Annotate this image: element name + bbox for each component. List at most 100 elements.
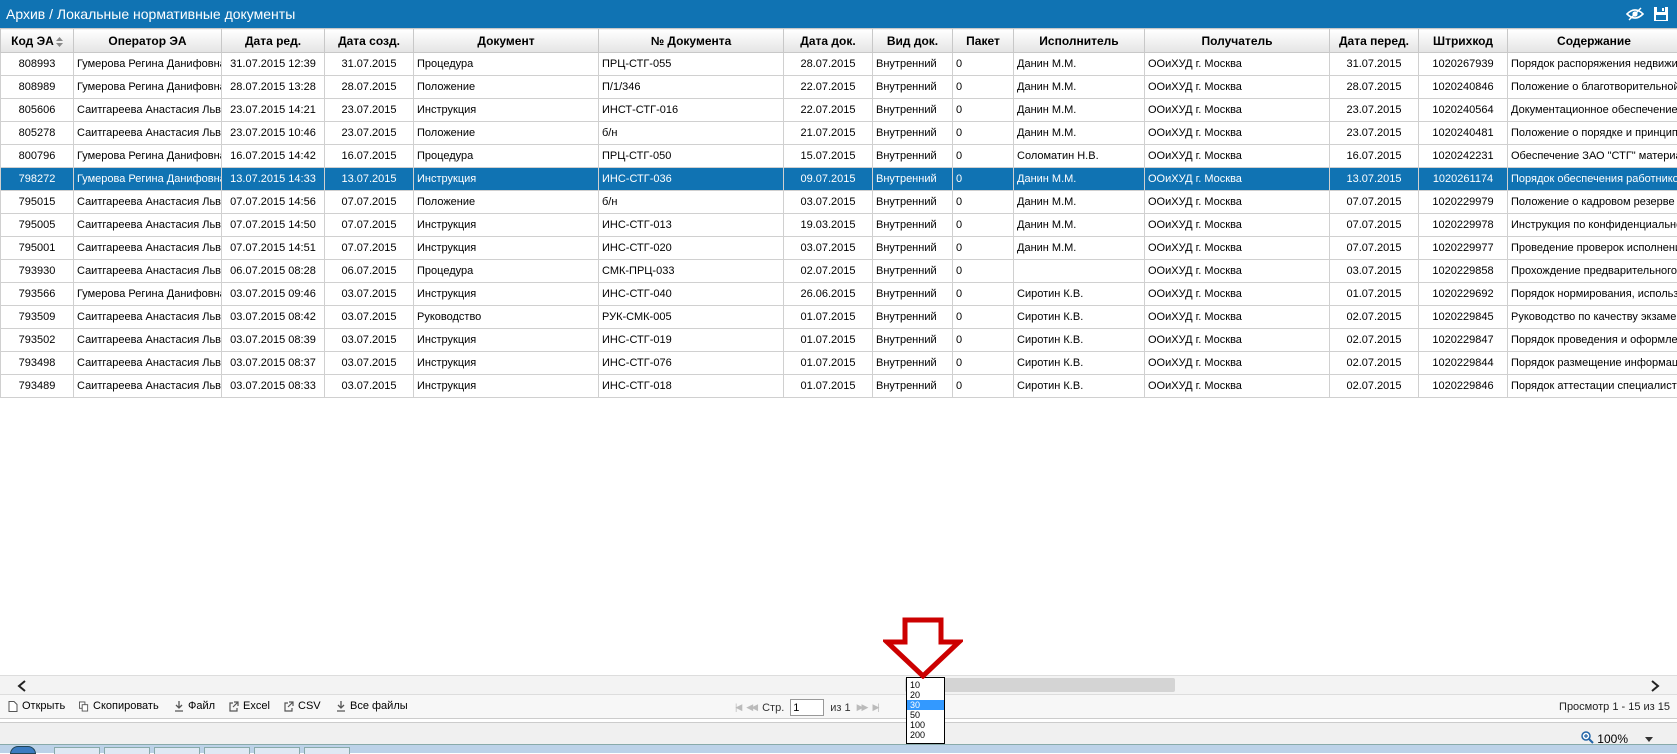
table-row[interactable]: 808989Гумерова Регина Данифовна28.07.201… (1, 76, 1677, 99)
table-row[interactable]: 793566Гумерова Регина Данифовна03.07.201… (1, 283, 1677, 306)
last-page-icon[interactable]: ▶| (872, 702, 877, 713)
page-size-option[interactable]: 200 (907, 730, 944, 740)
column-header-recipient[interactable]: Получатель (1145, 29, 1330, 53)
table-row[interactable]: 793489Саитгареева Анастасия Львовна03.07… (1, 375, 1677, 398)
all-files-button[interactable]: Все файлы (336, 700, 408, 712)
horizontal-scrollbar[interactable] (0, 675, 1677, 694)
table-row[interactable]: 793930Саитгареева Анастасия Львовна06.07… (1, 260, 1677, 283)
cell-package: 0 (953, 352, 1014, 375)
table-row[interactable]: 793498Саитгареева Анастасия Львовна03.07… (1, 352, 1677, 375)
column-header-label: Оператор ЭА (108, 34, 186, 48)
cell-operator: Саитгареева Анастасия Львовна (74, 191, 222, 214)
cell-doc-number: СМК-ПРЦ-033 (599, 260, 784, 283)
open-button[interactable]: Открыть (8, 700, 65, 712)
cell-operator: Саитгареева Анастасия Львовна (74, 122, 222, 145)
column-header-label: Дата ред. (245, 34, 301, 48)
column-header-create-date[interactable]: Дата созд. (325, 29, 414, 53)
cell-recipient: ООиХУД г. Москва (1145, 237, 1330, 260)
cell-executor: Данин М.М. (1014, 191, 1145, 214)
page-input[interactable] (790, 699, 824, 716)
cell-create-date: 03.07.2015 (325, 306, 414, 329)
column-header-edit-date[interactable]: Дата ред. (222, 29, 325, 53)
next-page-icon[interactable]: ▶▶ (857, 702, 867, 713)
scrollbar-thumb[interactable] (905, 678, 1175, 692)
table-row[interactable]: 805278Саитгареева Анастасия Львовна23.07… (1, 122, 1677, 145)
cell-recipient: ООиХУД г. Москва (1145, 168, 1330, 191)
cell-document: Процедура (414, 53, 599, 76)
sort-icon[interactable] (56, 36, 63, 46)
cell-transfer-date: 23.07.2015 (1330, 122, 1419, 145)
prev-page-icon[interactable]: ◀◀ (746, 702, 756, 713)
cell-edit-date: 23.07.2015 10:46 (222, 122, 325, 145)
page-size-option[interactable]: 100 (907, 720, 944, 730)
file-button[interactable]: Файл (174, 700, 215, 712)
column-header-code[interactable]: Код ЭА (1, 29, 74, 53)
cell-doc-number: ИНСТ-СТГ-016 (599, 99, 784, 122)
cell-document: Процедура (414, 260, 599, 283)
cell-transfer-date: 23.07.2015 (1330, 99, 1419, 122)
column-header-operator[interactable]: Оператор ЭА (74, 29, 222, 53)
column-header-label: Исполнитель (1039, 34, 1118, 48)
column-header-doc-date[interactable]: Дата док. (784, 29, 873, 53)
cell-recipient: ООиХУД г. Москва (1145, 122, 1330, 145)
cell-content: Инструкция по конфиденциальности (1508, 214, 1677, 237)
column-header-doc-number[interactable]: № Документа (599, 29, 784, 53)
cell-code: 800796 (1, 145, 74, 168)
cell-create-date: 07.07.2015 (325, 191, 414, 214)
column-header-label: Содержание (1557, 34, 1631, 48)
cell-doc-date: 19.03.2015 (784, 214, 873, 237)
first-page-icon[interactable]: |◀ (735, 702, 740, 713)
column-header-content[interactable]: Содержание (1508, 29, 1677, 53)
table-row[interactable]: 805606Саитгареева Анастасия Львовна23.07… (1, 99, 1677, 122)
page-size-option[interactable]: 10 (907, 680, 944, 690)
column-header-transfer-date[interactable]: Дата перед. (1330, 29, 1419, 53)
table-row[interactable]: 793502Саитгареева Анастасия Львовна03.07… (1, 329, 1677, 352)
cell-doc-type: Внутренний (873, 53, 953, 76)
cell-transfer-date: 01.07.2015 (1330, 283, 1419, 306)
cell-create-date: 07.07.2015 (325, 237, 414, 260)
csv-button[interactable]: CSV (284, 700, 321, 712)
copy-button[interactable]: Скопировать (79, 700, 159, 712)
cell-package: 0 (953, 191, 1014, 214)
column-header-document[interactable]: Документ (414, 29, 599, 53)
table-row[interactable]: 795005Саитгареева Анастасия Львовна07.07… (1, 214, 1677, 237)
page-size-option[interactable]: 20 (907, 690, 944, 700)
page-size-dropdown[interactable]: 10203050100200 (906, 677, 945, 744)
cell-doc-number: ИНС-СТГ-040 (599, 283, 784, 306)
cell-edit-date: 03.07.2015 08:33 (222, 375, 325, 398)
table-row[interactable]: 798272Гумерова Регина Данифовна13.07.201… (1, 168, 1677, 191)
excel-label: Excel (243, 700, 270, 712)
cell-executor: Сиротин К.В. (1014, 329, 1145, 352)
page-size-option[interactable]: 30 (907, 700, 944, 710)
table-row[interactable]: 808993Гумерова Регина Данифовна31.07.201… (1, 53, 1677, 76)
all-files-label: Все файлы (350, 700, 408, 712)
column-header-package[interactable]: Пакет (953, 29, 1014, 53)
save-icon[interactable] (1651, 4, 1671, 24)
cell-operator: Саитгареева Анастасия Львовна (74, 260, 222, 283)
table-row[interactable]: 795015Саитгареева Анастасия Львовна07.07… (1, 191, 1677, 214)
cell-document: Положение (414, 76, 599, 99)
table-row[interactable]: 800796Гумерова Регина Данифовна16.07.201… (1, 145, 1677, 168)
cell-doc-date: 26.06.2015 (784, 283, 873, 306)
eye-icon[interactable] (1625, 4, 1645, 24)
table-row[interactable]: 795001Саитгареева Анастасия Львовна07.07… (1, 237, 1677, 260)
cell-create-date: 23.07.2015 (325, 122, 414, 145)
cell-doc-date: 03.07.2015 (784, 237, 873, 260)
cell-executor (1014, 260, 1145, 283)
cell-executor: Данин М.М. (1014, 122, 1145, 145)
cell-doc-type: Внутренний (873, 122, 953, 145)
chevron-left-icon[interactable] (12, 676, 32, 695)
excel-button[interactable]: Excel (229, 700, 270, 712)
cell-doc-type: Внутренний (873, 375, 953, 398)
column-header-barcode[interactable]: Штрихкод (1419, 29, 1508, 53)
cell-document: Инструкция (414, 237, 599, 260)
cell-executor: Данин М.М. (1014, 237, 1145, 260)
cell-create-date: 16.07.2015 (325, 145, 414, 168)
page-size-option[interactable]: 50 (907, 710, 944, 720)
column-header-executor[interactable]: Исполнитель (1014, 29, 1145, 53)
cell-create-date: 31.07.2015 (325, 53, 414, 76)
chevron-right-icon[interactable] (1645, 676, 1665, 695)
column-header-doc-type[interactable]: Вид док. (873, 29, 953, 53)
table-row[interactable]: 793509Саитгареева Анастасия Львовна03.07… (1, 306, 1677, 329)
cell-document: Процедура (414, 145, 599, 168)
